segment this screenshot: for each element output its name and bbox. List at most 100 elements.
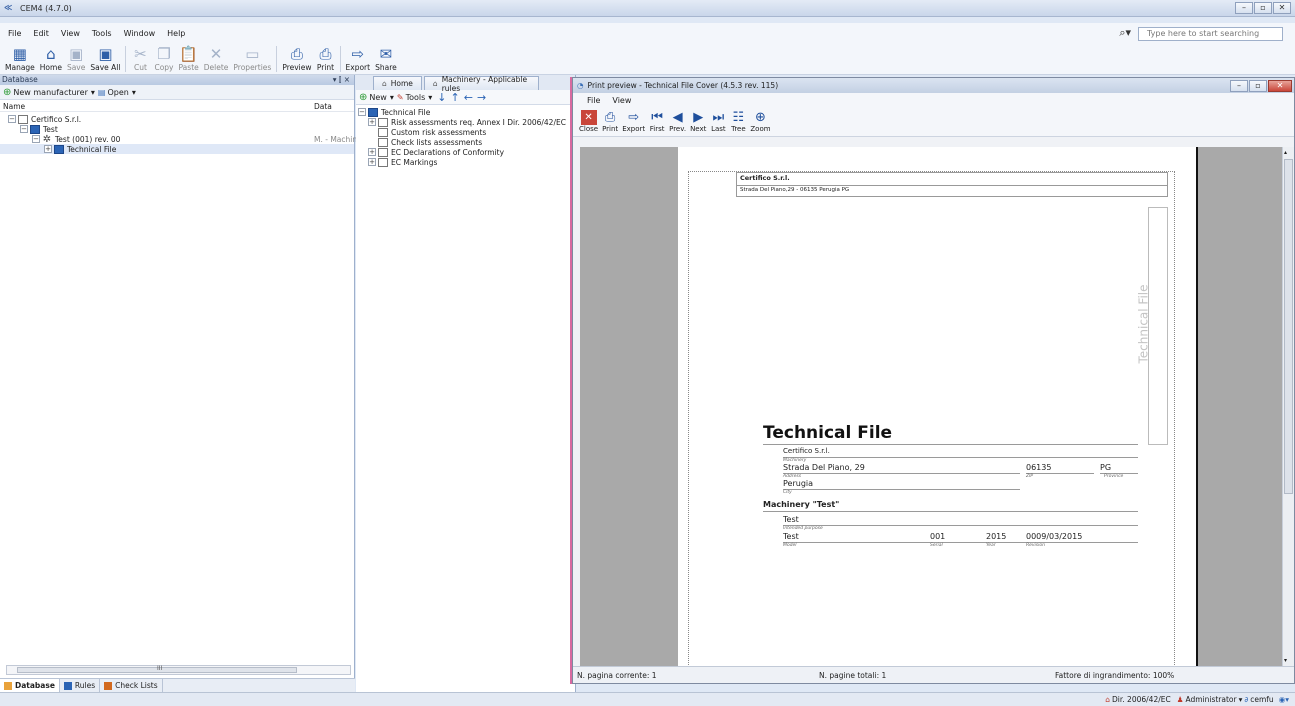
preview-tree-button[interactable]: ☷ Tree [730, 110, 746, 133]
tree-node[interactable]: + Technical File [0, 144, 354, 154]
tree-node[interactable]: − ✲ Test (001) rev. 00 M. - Machin [0, 134, 357, 144]
dropdown-arrow-icon[interactable]: ▾ [390, 93, 394, 102]
tech-tree-node[interactable]: Check lists assessments [358, 137, 575, 147]
tree-node[interactable]: − Certifico S.r.l. [0, 114, 354, 124]
move-up-icon[interactable]: ↑ [451, 91, 460, 104]
dropdown-arrow-icon[interactable]: ▾ [428, 93, 432, 102]
menu-tools[interactable]: Tools [86, 29, 118, 38]
export-button[interactable]: ⇨ Export [346, 45, 371, 72]
menu-edit[interactable]: Edit [27, 29, 55, 38]
copy-button[interactable]: ❐ Copy [154, 45, 173, 72]
tab-rules[interactable]: Rules [60, 678, 101, 693]
menu-window[interactable]: Window [118, 29, 162, 38]
expand-toggle-icon[interactable]: − [32, 135, 40, 143]
expand-toggle-icon[interactable]: + [368, 158, 376, 166]
new-manufacturer-button[interactable]: New manufacturer [13, 88, 87, 97]
page-canvas[interactable]: Certifico S.r.l. Strada Del Piano,29 - 0… [580, 147, 1284, 666]
preview-menu-file[interactable]: File [581, 96, 606, 105]
horizontal-scrollbar[interactable]: III [6, 665, 351, 675]
user-role[interactable]: Administrator [1185, 695, 1236, 704]
tech-tree-node[interactable]: + Risk assessments req. Annex I Dir. 2006… [358, 117, 575, 127]
search-input[interactable]: Type here to start searching [1138, 27, 1283, 41]
manage-button[interactable]: ▦ Manage [5, 45, 35, 72]
tab-database[interactable]: Database [0, 678, 60, 693]
city-caption: City [783, 490, 792, 495]
menu-view[interactable]: View [55, 29, 86, 38]
preview-close-button[interactable]: ✕ Close [579, 110, 598, 133]
home-button[interactable]: ⌂ Home [40, 45, 62, 72]
globe-icon[interactable]: ◉▾ [1279, 695, 1289, 704]
preview-prev-button[interactable]: ◀ Prev. [669, 110, 686, 133]
save-button[interactable]: ▣ Save [67, 45, 85, 72]
expand-toggle-icon[interactable]: − [20, 125, 28, 133]
name-column[interactable]: Name [3, 102, 25, 111]
save-all-button[interactable]: ▣ Save All [90, 45, 120, 72]
panel-controls[interactable]: ▾ ⫿ × [333, 75, 354, 85]
panel-title: Database [2, 75, 38, 84]
preview-button[interactable]: ⎙ Preview [282, 45, 311, 72]
toolbar-separator [276, 45, 278, 72]
restore-icon[interactable]: ▫ [1254, 2, 1272, 14]
minimize-icon[interactable]: – [1235, 2, 1253, 14]
cut-icon: ✂ [134, 44, 147, 63]
data-column[interactable]: Data [314, 102, 332, 111]
vertical-scrollbar[interactable]: ▴ ▾ [1282, 147, 1294, 666]
user-name[interactable]: cemfu [1250, 695, 1273, 704]
new-button[interactable]: New [369, 93, 386, 102]
delete-button[interactable]: ✕ Delete [204, 45, 229, 72]
doc-tab-1[interactable]: ⌂ Machinery - Applicable rules [423, 75, 539, 93]
scrollbar-thumb[interactable] [1284, 159, 1293, 494]
dropdown-arrow-icon[interactable]: ▾ [1239, 695, 1243, 704]
directive-status[interactable]: Dir. 2006/42/EC [1112, 695, 1171, 704]
database-icon [4, 681, 12, 690]
tech-tree-node[interactable]: + EC Declarations of Conformity [358, 147, 575, 157]
database-panel: Database ▾ ⫿ × ⊕ New manufacturer ▾ ▤ Op… [0, 75, 357, 706]
scroll-up-icon[interactable]: ▴ [1284, 149, 1287, 156]
minimize-icon[interactable]: – [1230, 80, 1248, 92]
paste-button[interactable]: 📋 Paste [179, 45, 199, 72]
tab-label: Check Lists [115, 681, 158, 690]
home-icon: ⌂ [382, 79, 387, 88]
expand-toggle-icon[interactable]: + [368, 118, 376, 126]
document-icon [378, 137, 388, 147]
move-right-icon[interactable]: → [477, 91, 486, 104]
tools-button[interactable]: Tools [406, 93, 426, 102]
preview-last-button[interactable]: ⏭ Last [710, 110, 726, 133]
preview-next-button[interactable]: ▶ Next [690, 110, 706, 133]
move-down-icon[interactable]: ↓ [437, 91, 446, 104]
dropdown-arrow-icon[interactable]: ▾ [91, 88, 95, 97]
expand-toggle-icon[interactable]: + [44, 145, 52, 153]
preview-export-button[interactable]: ⇨ Export [622, 110, 645, 133]
tech-tree-node[interactable]: Custom risk assessments [358, 127, 575, 137]
preview-menu-view[interactable]: View [606, 96, 637, 105]
preview-print-button[interactable]: ⎙ Print [602, 110, 618, 133]
cut-button[interactable]: ✂ Cut [131, 44, 149, 72]
maximize-icon[interactable]: ▫ [1249, 80, 1267, 92]
tab-check-lists[interactable]: Check Lists [100, 678, 163, 693]
menu-file[interactable]: File [2, 29, 27, 38]
move-left-icon[interactable]: ← [464, 91, 473, 104]
toolbar-button-label: Manage [5, 62, 35, 72]
close-icon[interactable]: ✕ [1273, 2, 1291, 14]
preview-zoom-button[interactable]: ⊕ Zoom [750, 110, 770, 133]
print-button[interactable]: ⎙ Print [317, 45, 335, 72]
tech-tree-node[interactable]: − Technical File [358, 107, 575, 117]
share-button[interactable]: ✉ Share [375, 45, 397, 72]
close-icon[interactable]: ✕ [1268, 80, 1292, 92]
open-button[interactable]: Open [107, 88, 128, 97]
expand-toggle-icon[interactable]: + [368, 148, 376, 156]
tree-node[interactable]: − Test [0, 124, 354, 134]
expand-toggle-icon[interactable]: − [8, 115, 16, 123]
current-page-status: N. pagina corrente: 1 [577, 670, 657, 680]
serial-caption: Serial [930, 543, 943, 548]
expand-toggle-icon[interactable]: − [358, 108, 366, 116]
scroll-down-icon[interactable]: ▾ [1284, 657, 1287, 664]
menu-help[interactable]: Help [161, 29, 191, 38]
page-margin-frame [688, 171, 1175, 666]
preview-first-button[interactable]: ⏮ First [649, 110, 665, 133]
tech-tree-node[interactable]: + EC Markings [358, 157, 575, 167]
dropdown-arrow-icon[interactable]: ▾ [132, 88, 136, 97]
doc-tab-0[interactable]: ⌂ Home [373, 76, 422, 90]
search-icon[interactable]: ⌕▾ [1119, 26, 1131, 40]
properties-button[interactable]: ▭ Properties [233, 45, 271, 72]
